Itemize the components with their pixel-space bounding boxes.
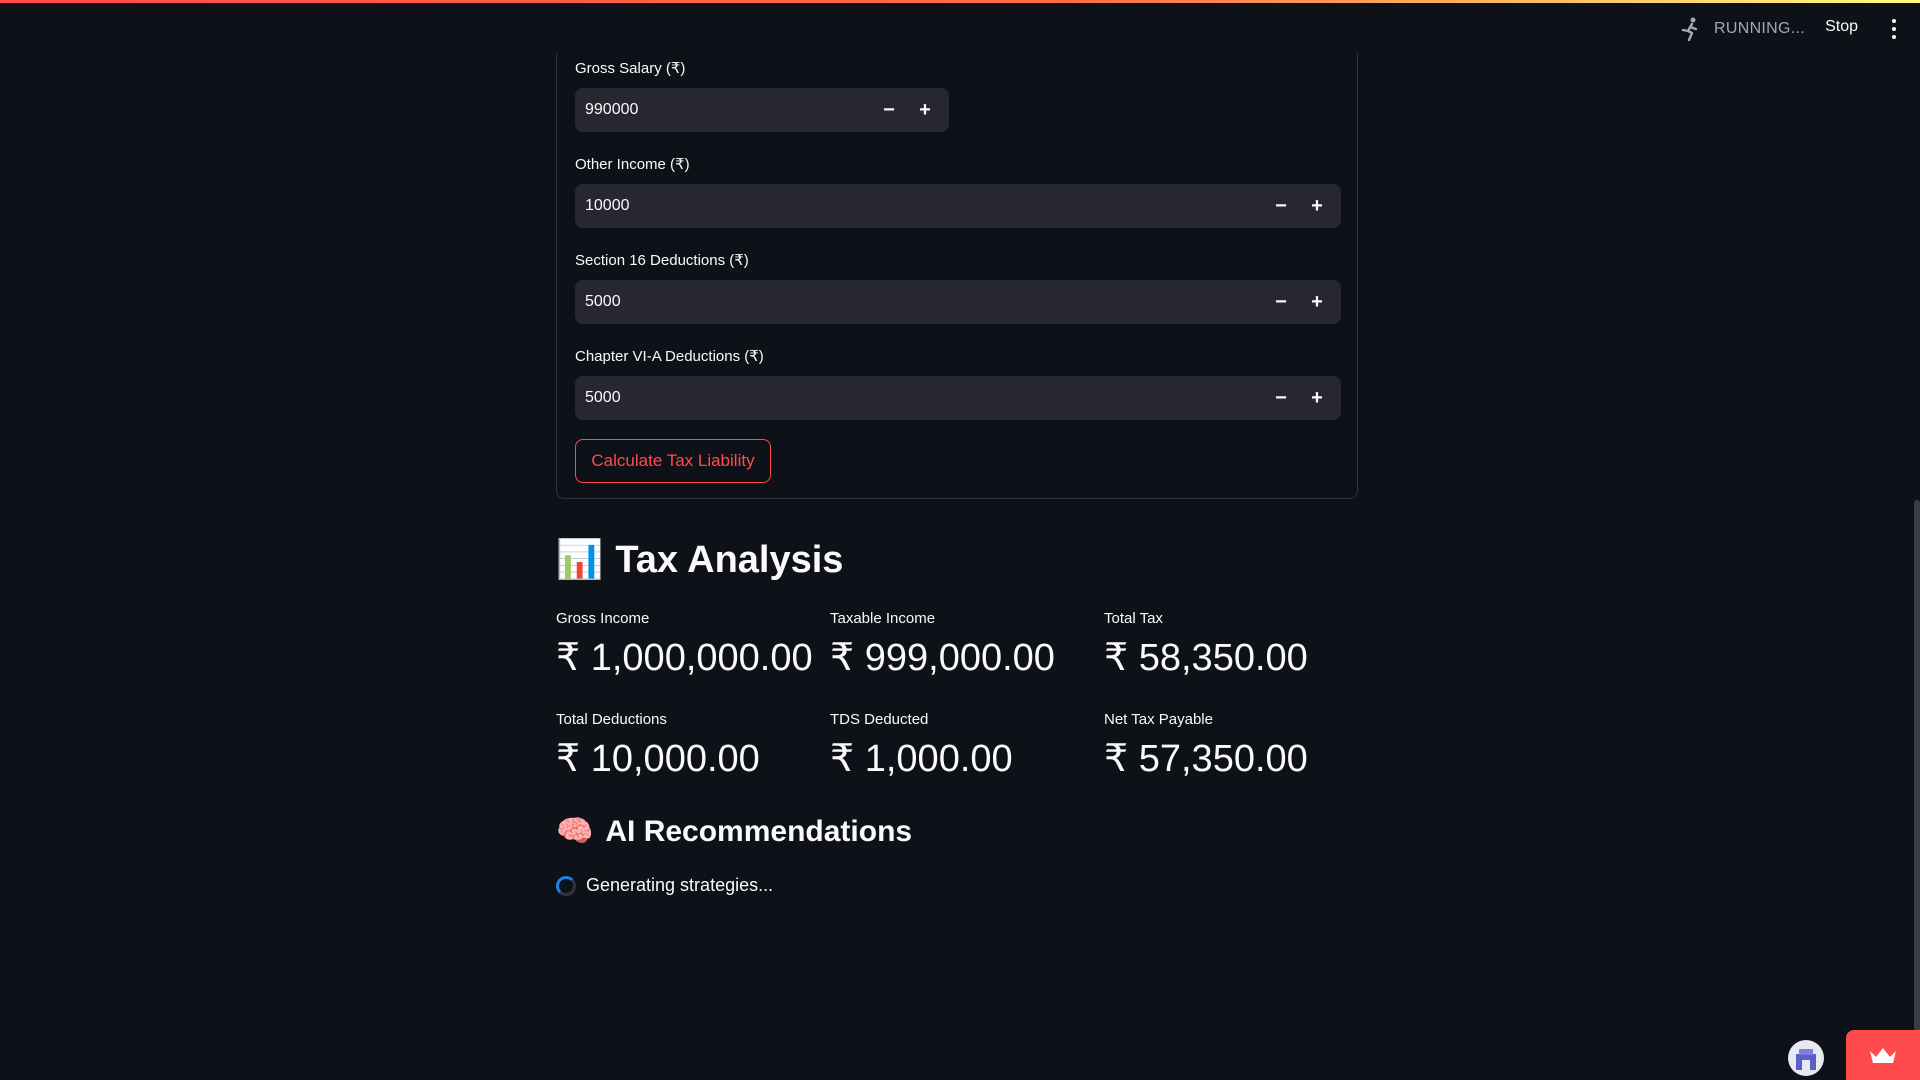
brain-icon: 🧠 bbox=[556, 815, 594, 848]
app-header: RUNNING... Stop bbox=[0, 3, 1920, 53]
chapter-via-deductions-label: Chapter VI-A Deductions (₹) bbox=[575, 348, 764, 365]
chapter-via-increment-button[interactable]: + bbox=[1299, 376, 1335, 420]
metric-tds-deducted: TDS Deducted ₹ 1,000.00 bbox=[830, 711, 1100, 781]
gross-salary-decrement-button[interactable]: − bbox=[871, 88, 907, 132]
ai-recommendations-heading: 🧠 AI Recommendations bbox=[556, 814, 912, 849]
metric-value: ₹ 58,350.00 bbox=[1104, 637, 1308, 679]
tax-input-form: Gross Salary (₹) − + Other Income (₹) − … bbox=[556, 53, 1358, 499]
chapter-via-deductions-input-wrapper: − + bbox=[575, 376, 1341, 420]
metric-label: Total Tax bbox=[1104, 610, 1163, 627]
gross-salary-input[interactable] bbox=[575, 88, 837, 132]
spinner-icon bbox=[556, 875, 576, 896]
stop-button[interactable]: Stop bbox=[1825, 18, 1858, 36]
avatar[interactable] bbox=[1788, 1040, 1824, 1076]
other-income-increment-button[interactable]: + bbox=[1299, 184, 1335, 228]
status-text: RUNNING... bbox=[1714, 20, 1805, 37]
metric-label: Total Deductions bbox=[556, 711, 667, 728]
section16-increment-button[interactable]: + bbox=[1299, 280, 1335, 324]
tax-analysis-title: Tax Analysis bbox=[615, 538, 844, 581]
gross-salary-label: Gross Salary (₹) bbox=[575, 60, 686, 77]
loading-text: Generating strategies... bbox=[586, 875, 774, 895]
tax-analysis-heading: 📊 Tax Analysis bbox=[556, 538, 843, 582]
metric-total-deductions: Total Deductions ₹ 10,000.00 bbox=[556, 711, 826, 781]
gross-salary-input-wrapper: − + bbox=[575, 88, 949, 132]
other-income-label: Other Income (₹) bbox=[575, 156, 690, 173]
metric-net-tax-payable: Net Tax Payable ₹ 57,350.00 bbox=[1104, 711, 1374, 781]
running-status: RUNNING... bbox=[1678, 16, 1805, 42]
chapter-via-decrement-button[interactable]: − bbox=[1263, 376, 1299, 420]
page-scrollbar[interactable] bbox=[1914, 500, 1920, 1080]
metric-label: Net Tax Payable bbox=[1104, 711, 1213, 728]
running-figure-icon bbox=[1681, 17, 1698, 42]
metric-total-tax: Total Tax ₹ 58,350.00 bbox=[1104, 610, 1374, 680]
section16-deductions-input-wrapper: − + bbox=[575, 280, 1341, 324]
metric-gross-income: Gross Income ₹ 1,000,000.00 bbox=[556, 610, 826, 680]
metric-value: ₹ 57,350.00 bbox=[1104, 738, 1308, 780]
metric-label: TDS Deducted bbox=[830, 711, 929, 728]
bar-chart-icon: 📊 bbox=[556, 539, 604, 581]
other-income-input-wrapper: − + bbox=[575, 184, 1341, 228]
gross-salary-increment-button[interactable]: + bbox=[907, 88, 943, 132]
section16-decrement-button[interactable]: − bbox=[1263, 280, 1299, 324]
metric-value: ₹ 999,000.00 bbox=[830, 637, 1055, 679]
other-income-decrement-button[interactable]: − bbox=[1263, 184, 1299, 228]
metric-label: Gross Income bbox=[556, 610, 650, 627]
metric-label: Taxable Income bbox=[830, 610, 936, 627]
section16-deductions-input[interactable] bbox=[575, 280, 1112, 324]
ai-recommendations-title: AI Recommendations bbox=[605, 814, 913, 848]
loading-indicator: Generating strategies... bbox=[556, 875, 773, 896]
calculate-tax-button[interactable]: Calculate Tax Liability bbox=[575, 439, 771, 483]
chapter-via-deductions-input[interactable] bbox=[575, 376, 1112, 420]
main-menu-button[interactable] bbox=[1886, 17, 1902, 41]
user-avatar-icon bbox=[1796, 1049, 1816, 1070]
crown-icon bbox=[1870, 1048, 1896, 1063]
metric-value: ₹ 1,000,000.00 bbox=[556, 637, 813, 679]
vertical-ellipsis-icon bbox=[1892, 19, 1896, 23]
streamlit-badge[interactable] bbox=[1846, 1030, 1920, 1080]
metric-taxable-income: Taxable Income ₹ 999,000.00 bbox=[830, 610, 1100, 680]
section16-deductions-label: Section 16 Deductions (₹) bbox=[575, 252, 749, 269]
metric-value: ₹ 10,000.00 bbox=[556, 738, 760, 780]
metric-value: ₹ 1,000.00 bbox=[830, 738, 1013, 780]
other-income-input[interactable] bbox=[575, 184, 1112, 228]
